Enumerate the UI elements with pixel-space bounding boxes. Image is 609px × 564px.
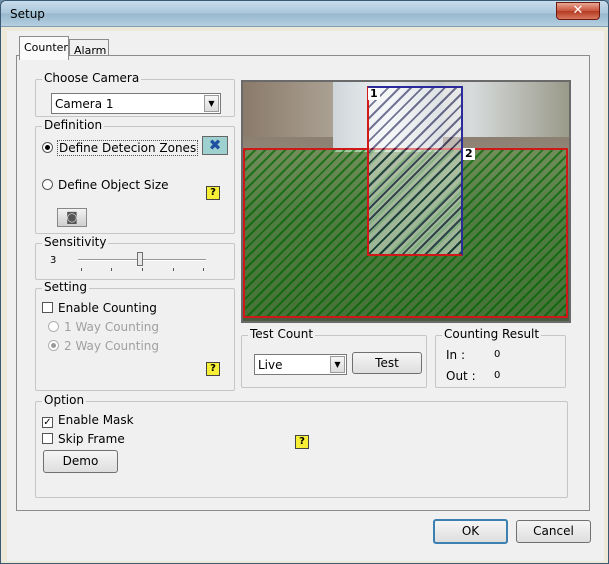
sensitivity-group: Sensitivity 3 [35,235,235,280]
enable-counting-label: Enable Counting [58,301,157,315]
close-button[interactable]: ✕ [556,2,600,20]
sensitivity-slider-thumb[interactable] [137,252,143,266]
detection-zone-1[interactable] [367,86,463,256]
setting-group: Setting Enable Counting 1 Way Counting 2… [35,280,235,391]
option-legend: Option [42,393,87,407]
define-size-label: Define Object Size [58,178,169,192]
cancel-button[interactable]: Cancel [516,520,591,543]
tab-counter[interactable]: Counter [19,36,69,60]
camera-select[interactable]: Camera 1 ▼ [51,93,221,114]
radio-indicator[interactable] [48,340,59,351]
radio-indicator[interactable] [48,321,59,332]
option-group: Option ✓ Enable Mask Skip Frame Demo ? [35,393,568,498]
definition-group: Definition Define Detecion Zones ✖ Defin… [35,118,235,234]
window-title: Setup [10,7,45,21]
sensitivity-value: 3 [50,255,57,266]
counting-result-group: Counting Result In : 0 Out : 0 [435,327,566,388]
skip-frame-label: Skip Frame [58,432,125,446]
radio-indicator[interactable] [42,179,53,190]
question-mark-icon[interactable]: ? [295,435,309,449]
out-label: Out : [446,369,476,383]
blue-cross-icon[interactable]: ✖ [202,136,228,155]
camera-icon[interactable]: ◙ [57,208,87,227]
enable-mask-label: Enable Mask [58,413,134,427]
camera-preview[interactable]: 1 2 [241,80,571,323]
camera-select-value: Camera 1 [55,97,114,111]
test-count-legend: Test Count [248,327,316,341]
question-mark-icon[interactable]: ? [206,362,220,376]
define-size-radio[interactable]: Define Object Size [42,178,169,192]
slider-tick [173,268,174,271]
slider-tick [203,268,204,271]
chevron-down-icon[interactable]: ▼ [330,356,345,373]
choose-camera-group: Choose Camera Camera 1 ▼ [35,71,235,117]
checkbox-box[interactable] [42,433,53,444]
setup-window: Setup ✕ Counter Alarm Choose Camera Came… [0,0,609,564]
radio-indicator[interactable] [42,142,53,153]
slider-tick [142,268,143,271]
one-way-label: 1 Way Counting [64,320,160,334]
in-value: 0 [494,349,501,360]
slider-tick [81,268,82,271]
demo-button[interactable]: Demo [43,450,118,473]
slider-tick [111,268,112,271]
counter-tab-panel: Choose Camera Camera 1 ▼ Definition Defi… [16,55,590,511]
one-way-radio[interactable]: 1 Way Counting [48,320,159,334]
test-mode-value: Live [258,358,283,372]
counting-result-legend: Counting Result [442,327,542,341]
skip-frame-checkbox[interactable]: Skip Frame [42,432,125,446]
in-label: In : [446,348,466,362]
zone-1-label: 1 [368,87,380,100]
enable-counting-checkbox[interactable]: Enable Counting [42,301,157,315]
test-button[interactable]: Test [352,352,422,374]
out-value: 0 [494,370,501,381]
enable-mask-checkbox[interactable]: ✓ Enable Mask [42,413,134,428]
definition-legend: Definition [42,118,105,132]
chevron-down-icon[interactable]: ▼ [204,95,219,112]
ok-button[interactable]: OK [433,519,508,544]
checkbox-box[interactable] [42,302,53,313]
test-mode-select[interactable]: Live ▼ [254,354,347,375]
sensitivity-legend: Sensitivity [42,235,109,249]
zone-2-label: 2 [463,147,475,160]
question-mark-icon[interactable]: ? [206,186,220,200]
test-count-group: Test Count Live ▼ Test [241,327,427,388]
tab-counter-label: Counter [24,41,68,54]
define-zones-label: Define Detecion Zones [56,140,199,156]
define-zones-radio[interactable]: Define Detecion Zones [42,140,199,156]
setting-legend: Setting [42,280,89,294]
title-bar[interactable]: Setup ✕ [1,1,608,27]
choose-camera-legend: Choose Camera [42,71,142,85]
checkbox-box[interactable]: ✓ [42,417,53,428]
two-way-radio[interactable]: 2 Way Counting [48,339,159,353]
two-way-label: 2 Way Counting [64,339,160,353]
